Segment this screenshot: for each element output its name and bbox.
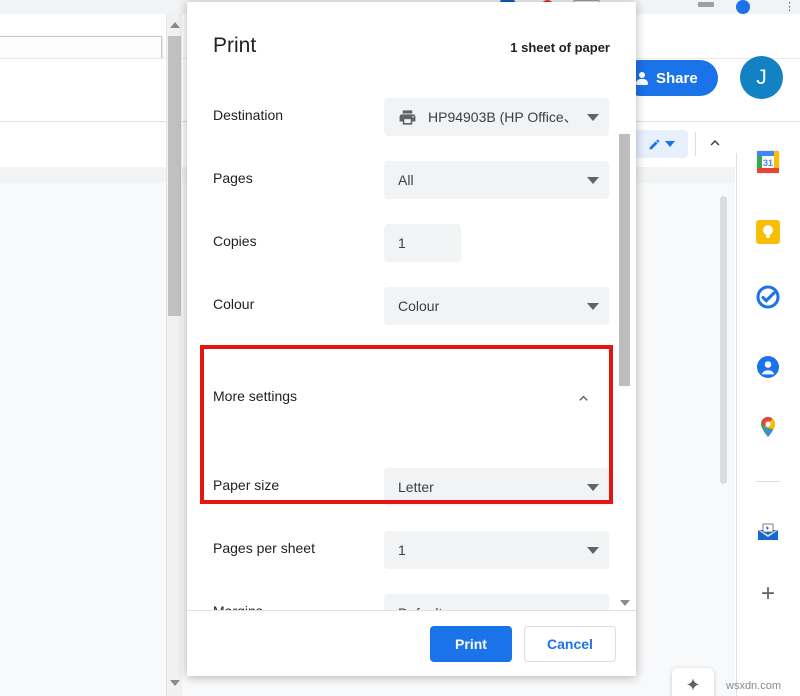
destination-label: Destination — [213, 107, 283, 123]
pages-select[interactable]: All — [384, 161, 609, 199]
docs-canvas-scrollbar-thumb[interactable] — [720, 196, 727, 484]
hide-menus-button[interactable] — [700, 128, 730, 158]
print-dialog-scrollbar-thumb[interactable] — [619, 134, 630, 386]
chevron-down-icon — [587, 114, 599, 121]
print-dialog-footer: Print Cancel — [187, 610, 636, 676]
chevron-down-icon — [665, 141, 675, 147]
colour-select[interactable]: Colour — [384, 287, 609, 325]
google-workspace-marketplace-icon[interactable] — [756, 520, 780, 544]
more-settings-toggle[interactable]: More settings — [187, 376, 610, 422]
colour-value: Colour — [398, 298, 581, 314]
sheet-count-summary: 1 sheet of paper — [510, 40, 610, 55]
paper-size-value: Letter — [398, 479, 581, 495]
copies-label: Copies — [213, 233, 257, 249]
destination-value: HP94903B (HP Office、 — [428, 107, 581, 127]
paper-size-select[interactable]: Letter — [384, 468, 609, 506]
colour-label: Colour — [213, 296, 254, 312]
toolbar-divider — [695, 132, 696, 156]
chevron-down-icon — [587, 303, 599, 310]
preview-scroll-down-arrow-icon[interactable] — [168, 676, 181, 689]
google-maps-icon[interactable] — [756, 415, 780, 439]
screenshot-root: BETA ·· ⋮ Share J — [0, 0, 800, 696]
person-add-icon — [636, 72, 649, 85]
pages-label: Pages — [213, 170, 253, 186]
side-panel-divider — [756, 481, 780, 482]
watermark-text: wsxdn.com — [726, 680, 781, 692]
user-avatar[interactable]: J — [740, 56, 783, 99]
google-calendar-icon[interactable]: 31 — [756, 150, 780, 174]
svg-text:31: 31 — [763, 158, 773, 168]
printer-icon — [398, 108, 417, 127]
google-tasks-icon[interactable] — [756, 285, 780, 309]
cancel-button[interactable]: Cancel — [524, 626, 616, 662]
more-settings-label: More settings — [213, 388, 297, 404]
chevron-down-icon — [587, 547, 599, 554]
paper-size-row: Paper size Letter — [187, 458, 610, 521]
preview-scroll-up-arrow-icon[interactable] — [168, 18, 181, 31]
print-dialog-title: Print — [213, 34, 256, 58]
copies-input[interactable] — [384, 224, 461, 262]
print-button[interactable]: Print — [430, 626, 512, 662]
google-contacts-icon[interactable] — [756, 355, 780, 379]
sparkle-icon: ✦ — [685, 676, 700, 694]
share-button[interactable]: Share — [622, 60, 718, 96]
destination-row: Destination HP94903B (HP Office、 — [187, 88, 610, 151]
print-dialog-body: Destination HP94903B (HP Office、 Pages A… — [187, 74, 636, 614]
share-button-label: Share — [656, 70, 698, 87]
colour-row: Colour Colour — [187, 277, 610, 340]
browser-profile-avatar-icon[interactable] — [736, 0, 750, 14]
paper-size-label: Paper size — [213, 477, 279, 493]
add-on-plus-icon[interactable]: + — [756, 583, 780, 607]
pages-per-sheet-label: Pages per sheet — [213, 540, 315, 556]
chevron-down-icon — [587, 484, 599, 491]
gray-bar-icon-3[interactable] — [698, 2, 714, 7]
editing-mode-button[interactable] — [634, 130, 688, 158]
chevron-down-icon — [587, 177, 599, 184]
google-keep-icon[interactable] — [756, 220, 780, 244]
pencil-icon — [648, 138, 661, 151]
print-dialog-scroll-down-arrow-icon[interactable] — [619, 597, 630, 609]
pages-per-sheet-select[interactable]: 1 — [384, 531, 609, 569]
copies-row: Copies — [187, 214, 610, 277]
pages-per-sheet-row: Pages per sheet 1 — [187, 521, 610, 584]
destination-select[interactable]: HP94903B (HP Office、 — [384, 98, 609, 136]
pages-value: All — [398, 172, 581, 188]
chevron-up-icon — [575, 390, 592, 412]
preview-scrollbar-thumb[interactable] — [168, 36, 181, 316]
pages-row: Pages All — [187, 151, 610, 214]
chevron-up-icon — [706, 134, 724, 152]
print-dialog: Print 1 sheet of paper Destination HP949… — [187, 2, 636, 676]
browser-menu-icon[interactable]: ⋮ — [784, 0, 795, 13]
print-dialog-header: Print 1 sheet of paper — [187, 2, 636, 74]
pages-per-sheet-value: 1 — [398, 542, 581, 558]
explore-button[interactable]: ✦ — [672, 668, 714, 696]
